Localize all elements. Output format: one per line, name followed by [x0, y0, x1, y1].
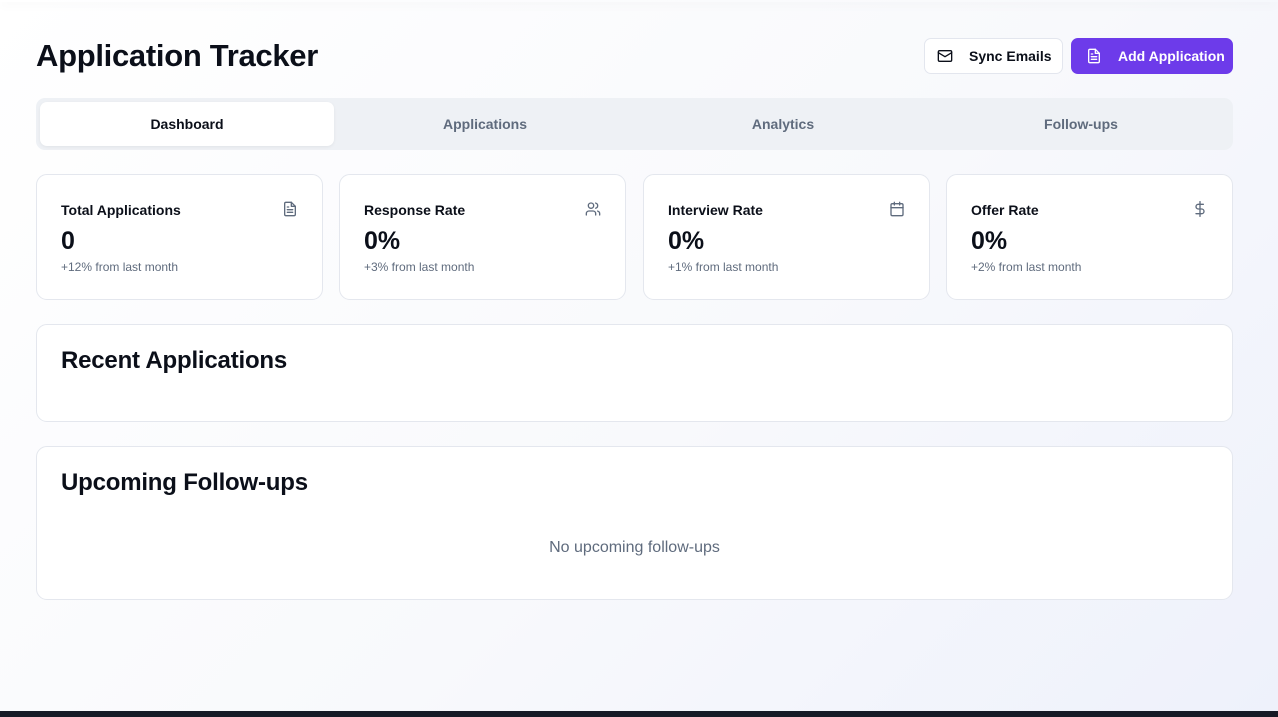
- tab-applications[interactable]: Applications: [338, 102, 632, 146]
- recent-applications-title: Recent Applications: [61, 347, 288, 374]
- tab-follow-ups[interactable]: Follow-ups: [934, 102, 1228, 146]
- sync-emails-label: Sync Emails: [969, 48, 1052, 64]
- stat-card-offer-rate: Offer Rate 0% +2% from last month: [946, 174, 1233, 300]
- stat-change: +1% from last month: [668, 260, 779, 274]
- sync-emails-button[interactable]: Sync Emails: [924, 38, 1063, 74]
- stat-change: +2% from last month: [971, 260, 1082, 274]
- recent-applications-card: Recent Applications: [36, 324, 1233, 422]
- stat-label: Interview Rate: [668, 202, 763, 218]
- tab-dashboard[interactable]: Dashboard: [40, 102, 334, 146]
- stat-card-interview-rate: Interview Rate 0% +1% from last month: [643, 174, 930, 300]
- file-text-icon: [1086, 48, 1102, 64]
- top-shadow: [0, 0, 1278, 2]
- bottom-bar: [0, 711, 1278, 717]
- stat-label: Offer Rate: [971, 202, 1039, 218]
- empty-state-text: No upcoming follow-ups: [549, 539, 720, 556]
- stat-label: Total Applications: [61, 202, 181, 218]
- add-application-label: Add Application: [1118, 48, 1225, 64]
- page-title: Application Tracker: [36, 38, 319, 73]
- users-icon: [585, 201, 601, 217]
- stat-value: 0%: [971, 227, 1008, 255]
- tab-bar: Dashboard Applications Analytics Follow-…: [36, 98, 1233, 150]
- tab-analytics[interactable]: Analytics: [636, 102, 930, 146]
- stat-value: 0%: [668, 227, 705, 255]
- upcoming-follow-ups-card: Upcoming Follow-ups No upcoming follow-u…: [36, 446, 1233, 600]
- dollar-icon: [1192, 201, 1208, 217]
- stat-value: 0%: [364, 227, 401, 255]
- stat-card-total-applications: Total Applications 0 +12% from last mont…: [36, 174, 323, 300]
- stat-change: +3% from last month: [364, 260, 475, 274]
- add-application-button[interactable]: Add Application: [1071, 38, 1233, 74]
- file-text-icon: [282, 201, 298, 217]
- stat-card-response-rate: Response Rate 0% +3% from last month: [339, 174, 626, 300]
- mail-icon: [937, 48, 953, 64]
- page-header: Application Tracker Sync Emails Add Appl…: [36, 38, 1233, 74]
- stat-value: 0: [61, 227, 75, 255]
- stat-label: Response Rate: [364, 202, 466, 218]
- stat-change: +12% from last month: [61, 260, 179, 274]
- upcoming-follow-ups-title: Upcoming Follow-ups: [61, 469, 308, 496]
- calendar-icon: [889, 201, 905, 217]
